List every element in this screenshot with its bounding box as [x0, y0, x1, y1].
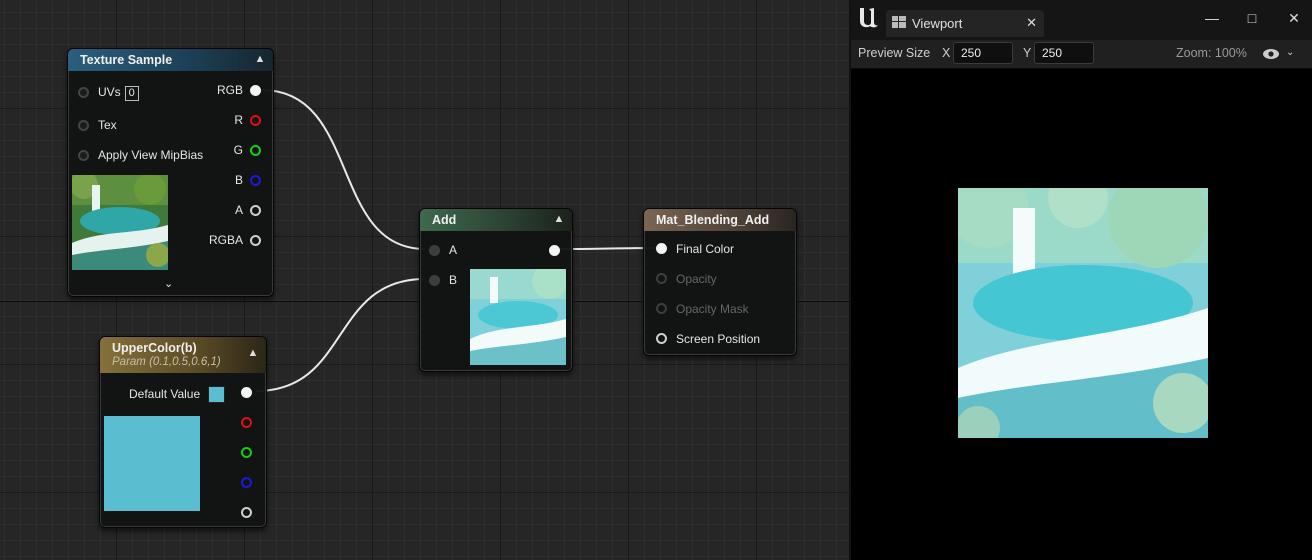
viewport-titlebar: Viewport ✕ — □ ✕ — [851, 0, 1312, 40]
upper-color-subtitle: Param (0.1,0.5,0.6,1) — [112, 356, 221, 368]
viewport-tab-icon — [892, 16, 906, 28]
g-label: G — [233, 143, 243, 157]
texture-sample-node[interactable]: Texture Sample ▲ UVs 0 Tex Apply View Mip… — [67, 48, 274, 297]
add-result-thumbnail — [470, 269, 566, 365]
mipbias-label: Apply View MipBias — [98, 148, 204, 162]
opacity-input-pin[interactable] — [656, 273, 667, 284]
final-color-input-pin[interactable] — [656, 243, 667, 254]
texture-sample-title: Texture Sample — [80, 53, 173, 67]
add-b-input-pin[interactable] — [429, 275, 440, 286]
wire-rgb-to-add-a — [261, 89, 426, 250]
g-output-pin[interactable] — [250, 145, 261, 156]
upper-color-title: UpperColor(b) — [112, 341, 197, 355]
viewport-toolbar: Preview Size X Y Zoom: 100% ⌄ — [851, 40, 1312, 69]
wire-color-to-add-b — [255, 278, 426, 392]
tab-viewport[interactable]: Viewport ✕ — [886, 10, 1044, 37]
opacity-label: Opacity — [676, 272, 717, 286]
opacity-mask-label: Opacity Mask — [676, 302, 749, 316]
screen-position-input-pin[interactable] — [656, 333, 667, 344]
zoom-label: Zoom: 100% — [1176, 46, 1247, 60]
color-rgb-output-pin[interactable] — [241, 387, 252, 398]
window-close-icon[interactable]: ✕ — [1285, 10, 1303, 27]
collapse-chevron-icon[interactable]: ▲ — [253, 53, 267, 67]
color-b-output-pin[interactable] — [241, 477, 252, 488]
close-icon[interactable]: ✕ — [1026, 15, 1037, 31]
default-value-label: Default Value — [129, 387, 201, 401]
rgba-output-pin[interactable] — [250, 235, 261, 246]
add-output-pin[interactable] — [549, 245, 560, 256]
upper-color-node[interactable]: UpperColor(b) Param (0.1,0.5,0.6,1) ▲ De… — [99, 336, 267, 528]
chevron-down-icon[interactable]: ⌄ — [1286, 47, 1294, 58]
rgb-label: RGB — [216, 83, 243, 97]
minimize-icon[interactable]: — — [1203, 10, 1221, 26]
maximize-icon[interactable]: □ — [1243, 10, 1261, 26]
texture-thumbnail — [72, 175, 168, 270]
screen-position-label: Screen Position — [676, 332, 761, 346]
texture-sample-header[interactable]: Texture Sample ▲ — [68, 49, 273, 71]
color-g-output-pin[interactable] — [241, 447, 252, 458]
a-label: A — [234, 203, 243, 217]
expand-options-icon[interactable]: ⌄ — [164, 277, 173, 290]
add-b-label: B — [449, 273, 458, 287]
tex-input-pin[interactable] — [78, 120, 89, 131]
add-title: Add — [432, 213, 457, 227]
preview-height-input[interactable] — [1034, 42, 1094, 64]
add-node[interactable]: Add ▲ A B — [419, 208, 573, 372]
opacity-mask-input-pin[interactable] — [656, 303, 667, 314]
x-label: X — [942, 46, 951, 60]
r-label: R — [234, 113, 243, 127]
rgba-label: RGBA — [208, 233, 243, 247]
material-header[interactable]: Mat_Blending_Add — [644, 209, 796, 231]
collapse-chevron-icon[interactable]: ▲ — [246, 347, 260, 361]
y-label: Y — [1023, 46, 1032, 60]
rgb-output-pin[interactable] — [250, 85, 261, 96]
viewport-preview-image — [958, 188, 1208, 438]
uvs-value-field[interactable]: 0 — [124, 86, 139, 101]
mipbias-input-pin[interactable] — [78, 150, 89, 161]
add-a-input-pin[interactable] — [429, 245, 440, 256]
color-a-output-pin[interactable] — [241, 507, 252, 518]
viewport-tab-label: Viewport — [912, 16, 963, 31]
upper-color-header[interactable]: UpperColor(b) Param (0.1,0.5,0.6,1) ▲ — [100, 337, 266, 373]
add-header[interactable]: Add ▲ — [420, 209, 572, 231]
unreal-logo-icon — [857, 5, 881, 29]
material-graph-canvas[interactable]: Texture Sample ▲ UVs 0 Tex Apply View Mip… — [0, 0, 849, 560]
color-r-output-pin[interactable] — [241, 417, 252, 428]
uvs-input-pin[interactable] — [78, 87, 89, 98]
final-color-label: Final Color — [676, 242, 735, 256]
uvs-label: UVs 0 — [98, 85, 139, 101]
material-output-node[interactable]: Mat_Blending_Add Final Color Opacity Opa… — [643, 208, 797, 356]
material-title: Mat_Blending_Add — [656, 213, 770, 227]
b-output-pin[interactable] — [250, 175, 261, 186]
wire-add-to-final-color — [559, 247, 657, 250]
default-value-swatch[interactable] — [208, 386, 225, 403]
add-a-label: A — [449, 243, 458, 257]
b-label: B — [234, 173, 243, 187]
a-output-pin[interactable] — [250, 205, 261, 216]
preview-width-input[interactable] — [953, 42, 1013, 64]
eye-icon[interactable] — [1262, 48, 1280, 60]
tex-label: Tex — [98, 118, 117, 132]
color-preview-swatch — [104, 416, 200, 511]
collapse-chevron-icon[interactable]: ▲ — [552, 213, 566, 227]
r-output-pin[interactable] — [250, 115, 261, 126]
preview-size-label: Preview Size — [858, 46, 931, 60]
viewport-panel: Viewport ✕ — □ ✕ Preview Size X Y Zoom: … — [849, 0, 1312, 560]
